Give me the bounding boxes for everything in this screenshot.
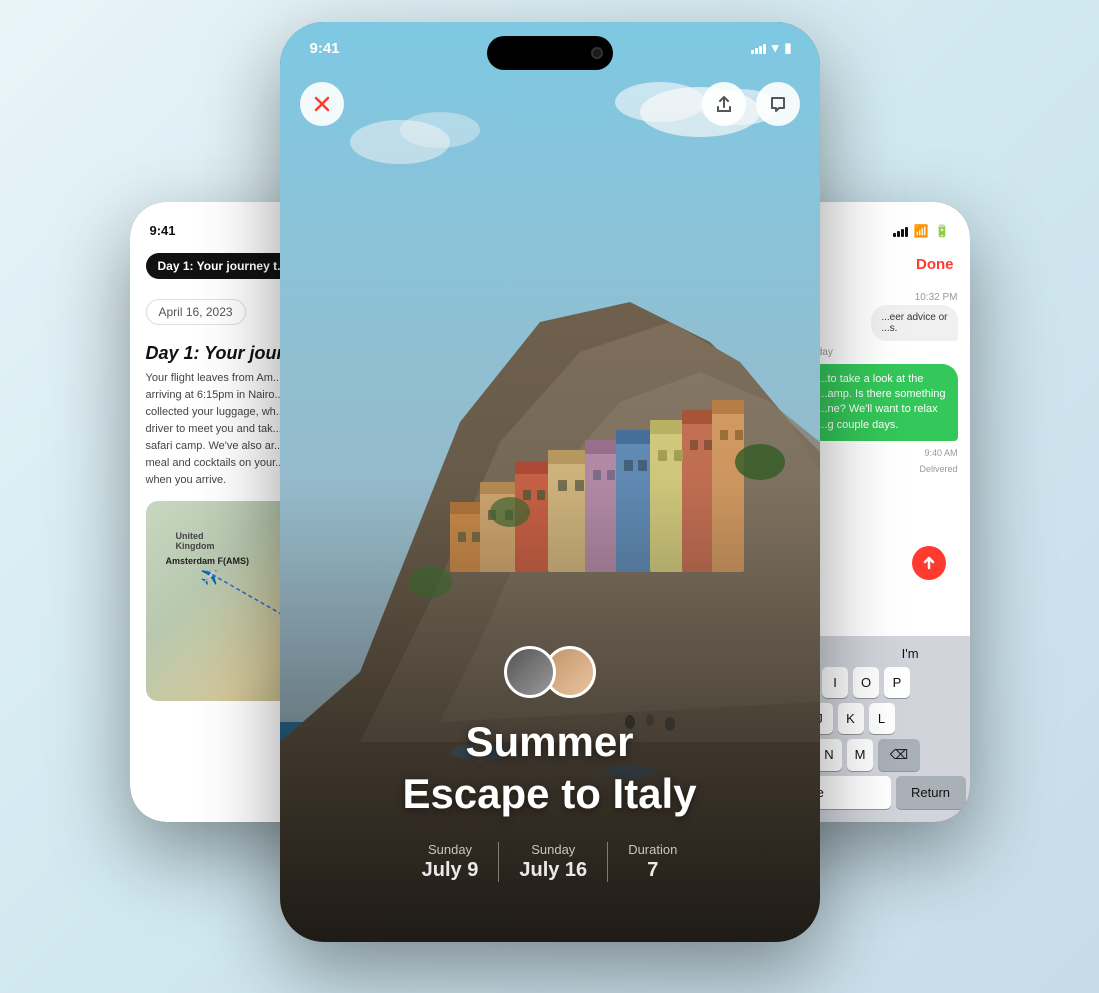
center-time: 9:41 bbox=[310, 40, 340, 57]
date3-value: 7 bbox=[628, 859, 677, 882]
suggestion-im[interactable]: I'm bbox=[902, 646, 919, 661]
key-delete[interactable]: ⌫ bbox=[878, 739, 920, 771]
center-battery-icon: ▮ bbox=[784, 40, 791, 56]
send-button[interactable] bbox=[912, 546, 946, 580]
trip-title-line1: Summer bbox=[310, 718, 790, 766]
center-status-icons: ▾ ▮ bbox=[751, 40, 792, 56]
center-phone: 9:41 ▾ ▮ bbox=[280, 22, 820, 942]
date3-label: Duration bbox=[628, 842, 677, 857]
received-bubble: ...eer advice or...s. bbox=[871, 305, 957, 341]
chat-icon bbox=[769, 95, 787, 113]
key-O[interactable]: O bbox=[853, 667, 879, 698]
tab-day1[interactable]: Day 1: Your journey t... bbox=[146, 253, 300, 279]
right-wifi-icon: 📶 bbox=[914, 224, 929, 238]
date-col-2: Sunday July 16 bbox=[499, 842, 608, 882]
date1-value: July 9 bbox=[422, 859, 479, 882]
close-x-icon bbox=[314, 96, 330, 112]
chat-button[interactable] bbox=[756, 82, 800, 126]
center-top-buttons bbox=[300, 82, 800, 126]
send-arrow-icon bbox=[921, 555, 937, 571]
date2-label: Sunday bbox=[519, 842, 587, 857]
share-button[interactable] bbox=[702, 82, 746, 126]
right-battery-icon: 🔋 bbox=[935, 224, 950, 238]
key-K[interactable]: K bbox=[838, 703, 864, 734]
date-col-3: Duration 7 bbox=[608, 842, 697, 882]
date2-value: July 16 bbox=[519, 859, 587, 882]
key-N[interactable]: N bbox=[816, 739, 842, 771]
phones-container: 9:41 ▾ ▮ ✕ Full st... bbox=[100, 22, 1000, 972]
key-P[interactable]: P bbox=[884, 667, 910, 698]
key-I[interactable]: I bbox=[822, 667, 848, 698]
date-badge: April 16, 2023 bbox=[146, 299, 246, 325]
date-col-1: Sunday July 9 bbox=[402, 842, 500, 882]
center-status-bar: 9:41 ▾ ▮ bbox=[280, 22, 820, 72]
key-M[interactable]: M bbox=[847, 739, 873, 771]
date1-label: Sunday bbox=[422, 842, 479, 857]
done-button[interactable]: Done bbox=[916, 256, 954, 273]
right-signal-icon bbox=[893, 225, 908, 237]
avatars-row bbox=[310, 646, 790, 698]
key-L[interactable]: L bbox=[869, 703, 895, 734]
trip-title-line2: Escape to Italy bbox=[310, 770, 790, 818]
center-wifi-icon: ▾ bbox=[772, 40, 779, 56]
sent-bubble: ...to take a look at the...amp. Is there… bbox=[806, 364, 957, 442]
key-return[interactable]: Return bbox=[896, 776, 966, 809]
suggestion-divider: | bbox=[821, 646, 824, 661]
close-button[interactable] bbox=[300, 82, 344, 126]
center-signal-icon bbox=[751, 42, 766, 54]
right-action-buttons bbox=[702, 82, 800, 126]
share-icon bbox=[715, 95, 733, 113]
right-status-icons: 📶 🔋 bbox=[893, 224, 950, 238]
trip-dates: Sunday July 9 Sunday July 16 Duration 7 bbox=[310, 842, 790, 882]
center-phone-screen: 9:41 ▾ ▮ bbox=[280, 22, 820, 942]
left-time: 9:41 bbox=[150, 223, 176, 238]
italy-scene: 9:41 ▾ ▮ bbox=[280, 22, 820, 942]
center-bottom-content: Summer Escape to Italy Sunday July 9 Sun… bbox=[280, 646, 820, 942]
avatar-1 bbox=[504, 646, 556, 698]
